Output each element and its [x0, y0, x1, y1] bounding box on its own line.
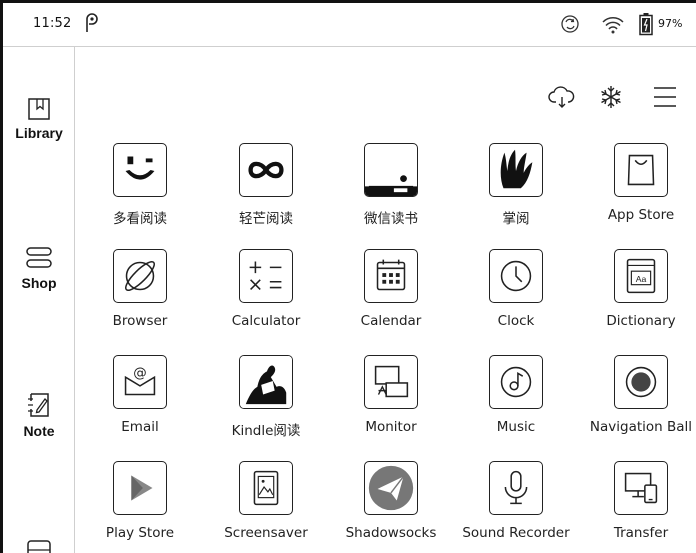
app-app-store[interactable]: App Store [578, 143, 696, 233]
sidebar-item-shop[interactable]: Shop [3, 245, 75, 291]
app-calculator[interactable]: Calculator [203, 249, 329, 339]
shadowsocks-icon [364, 461, 418, 515]
qingmang-icon [239, 143, 293, 197]
app-duokan[interactable]: 多看阅读 [77, 143, 203, 233]
menu-icon[interactable] [651, 83, 679, 111]
app-label: Screensaver [224, 525, 308, 541]
sidebar-item-label: Library [15, 125, 63, 141]
app-calendar[interactable]: Calendar [328, 249, 454, 339]
play-store-icon [113, 461, 167, 515]
music-icon [489, 355, 543, 409]
email-icon: @ [113, 355, 167, 409]
sidebar-item-library[interactable]: Library [3, 97, 75, 141]
app-kindle[interactable]: Kindle阅读 [203, 355, 329, 445]
app-email[interactable]: @ Email [77, 355, 203, 445]
calculator-icon [239, 249, 293, 303]
transfer-icon [614, 461, 668, 515]
app-monitor[interactable]: Monitor [328, 355, 454, 445]
app-label: Sound Recorder [462, 525, 570, 541]
app-label: 微信读书 [364, 211, 418, 227]
app-weixin-read[interactable]: 微信读书 [328, 143, 454, 233]
app-zhangyue[interactable]: 掌阅 [453, 143, 579, 233]
app-clock[interactable]: Clock [453, 249, 579, 339]
app-label: Email [121, 419, 159, 435]
app-play-store[interactable]: Play Store [77, 461, 203, 551]
app-navigation-ball[interactable]: Navigation Ball [578, 355, 696, 445]
zhangyue-icon [489, 143, 543, 197]
app-qingmang[interactable]: 轻芒阅读 [203, 143, 329, 233]
app-label: Music [496, 419, 536, 435]
app-notification-icon[interactable] [82, 13, 100, 35]
app-screensaver[interactable]: Screensaver [203, 461, 329, 551]
browser-icon [113, 249, 167, 303]
clock-icon [489, 249, 543, 303]
sidebar: Library Shop Note [3, 47, 75, 553]
freeze-icon[interactable] [597, 83, 625, 111]
app-label: App Store [607, 207, 675, 223]
app-label: Clock [497, 313, 535, 329]
navigation-ball-icon [614, 355, 668, 409]
sidebar-item-label: Shop [21, 275, 57, 291]
battery-icon [639, 13, 653, 36]
dictionary-icon: Aa [614, 249, 668, 303]
app-shadowsocks[interactable]: Shadowsocks [328, 461, 454, 551]
app-label: Calculator [231, 313, 301, 329]
microphone-icon [489, 461, 543, 515]
app-transfer[interactable]: Transfer [578, 461, 696, 551]
app-browser[interactable]: Browser [77, 249, 203, 339]
battery-percentage: 97% [658, 17, 683, 30]
storage-icon [27, 540, 51, 553]
sidebar-item-storage[interactable] [3, 539, 75, 553]
monitor-icon [364, 355, 418, 409]
note-icon [28, 393, 49, 417]
shop-icon [26, 247, 52, 268]
wifi-icon[interactable] [601, 13, 625, 35]
app-label: Kindle阅读 [231, 423, 301, 439]
app-label: 轻芒阅读 [239, 211, 293, 227]
status-time: 11:52 [33, 16, 72, 31]
library-icon [28, 98, 50, 120]
svg-text:Aa: Aa [636, 274, 647, 284]
app-label: Shadowsocks [345, 525, 437, 541]
app-label: Dictionary [606, 313, 676, 329]
app-dictionary[interactable]: Aa Dictionary [578, 249, 696, 339]
app-label: Browser [112, 313, 168, 329]
sync-icon[interactable] [559, 13, 581, 35]
app-label: Navigation Ball [589, 419, 693, 435]
cloud-sync-icon[interactable] [548, 83, 576, 111]
sidebar-item-label: Note [23, 423, 55, 439]
duokan-icon [113, 143, 167, 197]
app-label: 多看阅读 [113, 211, 167, 227]
app-label: Transfer [613, 525, 669, 541]
status-bar: 11:52 97% [3, 3, 696, 47]
app-music[interactable]: Music [453, 355, 579, 445]
app-label: Monitor [365, 419, 417, 435]
shopping-bag-icon [614, 143, 668, 197]
kindle-icon [239, 355, 293, 409]
app-label: Calendar [360, 313, 422, 329]
home-screen: 11:52 97% Library Shop Note 多看阅读 轻芒阅读 微信… [0, 0, 696, 553]
screensaver-icon [239, 461, 293, 515]
app-label: 掌阅 [502, 211, 530, 227]
svg-text:@: @ [133, 365, 146, 381]
app-sound-recorder[interactable]: Sound Recorder [453, 461, 579, 551]
weixin-read-icon [364, 143, 418, 197]
app-grid-area: 多看阅读 轻芒阅读 微信读书 掌阅 App Store Browser Calc… [75, 47, 696, 553]
app-label: Play Store [105, 525, 175, 541]
sidebar-item-note[interactable]: Note [3, 391, 75, 439]
calendar-icon [364, 249, 418, 303]
